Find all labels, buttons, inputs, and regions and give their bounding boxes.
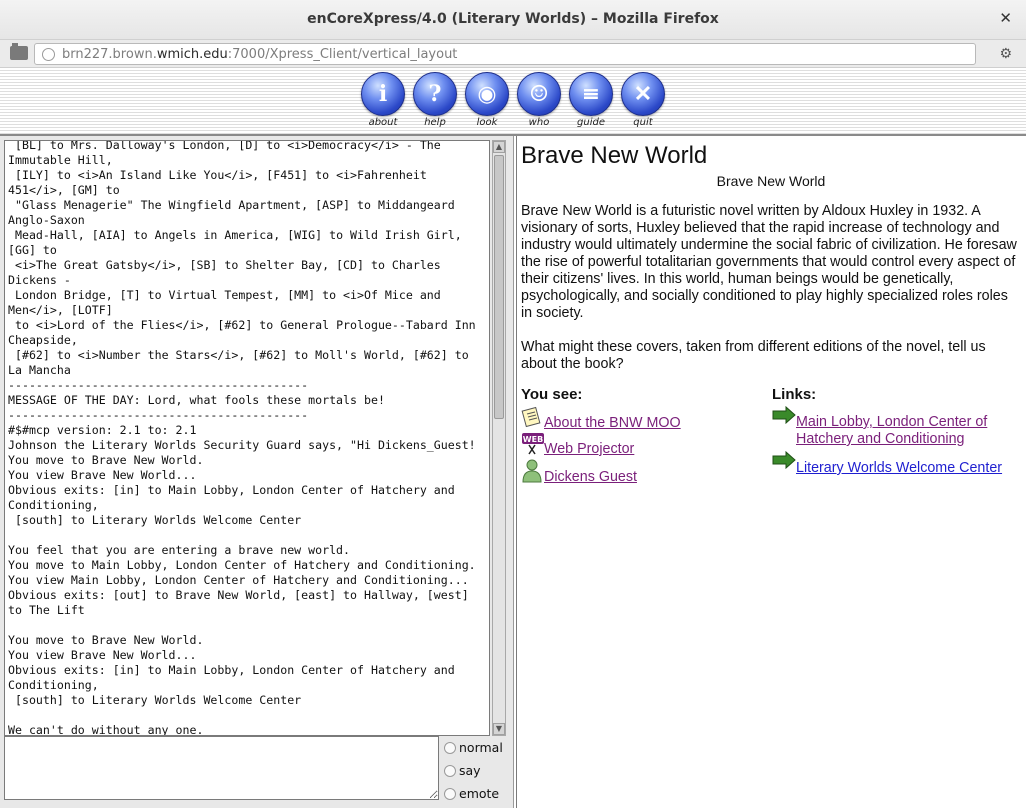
url-text[interactable]: brn227.brown.wmich.edu:7000/Xpress_Clien… <box>62 47 457 62</box>
mode-say-label: say <box>459 763 481 778</box>
url-domain: wmich.edu <box>156 47 228 62</box>
radio-say[interactable] <box>444 764 456 777</box>
person-icon <box>522 459 542 483</box>
input-mode-group: normal say emote <box>444 736 512 805</box>
web-projector-link[interactable]: Web Projector <box>544 441 634 458</box>
question-paragraph: What might these covers, taken from diff… <box>521 339 986 372</box>
chat-pane: [BL] to Mrs. Dalloway's London, [D] to <… <box>0 136 514 808</box>
room-pane: Brave New World Brave New World Brave Ne… <box>516 136 1026 808</box>
description-paragraph: Brave New World is a futuristic novel wr… <box>521 203 1017 321</box>
mode-emote[interactable]: emote <box>444 782 512 805</box>
scrollbar-thumb[interactable] <box>494 155 504 419</box>
book-icon: ≡ <box>569 72 613 116</box>
guide-label: guide <box>577 117 605 128</box>
tools-icon[interactable]: ⚙ <box>999 46 1012 62</box>
about-button[interactable]: i about <box>360 72 406 128</box>
links-heading: Links: <box>772 386 817 403</box>
globe-icon <box>42 48 55 61</box>
command-input[interactable] <box>4 736 439 800</box>
arrow-right-icon <box>772 451 796 469</box>
close-icon: ✕ <box>621 72 665 116</box>
window-title: enCoreXpress/4.0 (Literary Worlds) – Moz… <box>307 11 719 27</box>
about-bnw-moo-link[interactable]: About the BNW MOO <box>544 415 681 432</box>
tab-groups-icon[interactable] <box>10 43 28 60</box>
scroll-down-icon[interactable]: ▼ <box>493 723 505 735</box>
window-titlebar: enCoreXpress/4.0 (Literary Worlds) – Moz… <box>0 0 1026 40</box>
arrow-right-icon <box>772 406 796 424</box>
person-icon: ☺ <box>517 72 561 116</box>
mode-say[interactable]: say <box>444 759 512 782</box>
room-description: Brave New World is a futuristic novel wr… <box>521 203 1019 390</box>
output-scrollbar[interactable]: ▲ ▼ <box>492 140 506 736</box>
room-title: Brave New World <box>521 142 708 169</box>
look-button[interactable]: ◉ look <box>464 72 510 128</box>
dickens-guest-link[interactable]: Dickens Guest <box>544 469 637 486</box>
navigation-bar: brn227.brown.wmich.edu:7000/Xpress_Clien… <box>0 40 1026 68</box>
svg-text:WEB: WEB <box>523 435 543 444</box>
look-label: look <box>476 117 498 128</box>
quit-label: quit <box>633 117 653 128</box>
help-icon: ? <box>413 72 457 116</box>
client-toolbar: i about ? help ◉ look ☺ who ≡ guide ✕ qu… <box>0 68 1026 136</box>
close-window-icon[interactable]: ✕ <box>999 9 1012 27</box>
radio-emote[interactable] <box>444 787 456 800</box>
who-button[interactable]: ☺ who <box>516 72 562 128</box>
eye-icon: ◉ <box>465 72 509 116</box>
quit-button[interactable]: ✕ quit <box>620 72 666 128</box>
who-label: who <box>528 117 550 128</box>
moo-output-text: [BL] to Mrs. Dalloway's London, [D] to <… <box>8 140 476 736</box>
welcome-center-link[interactable]: Literary Worlds Welcome Center <box>796 460 1002 477</box>
url-bar[interactable]: brn227.brown.wmich.edu:7000/Xpress_Clien… <box>34 43 976 65</box>
scroll-up-icon[interactable]: ▲ <box>493 141 505 153</box>
about-label: about <box>368 117 398 128</box>
mode-normal[interactable]: normal <box>444 736 512 759</box>
mode-normal-label: normal <box>459 740 503 755</box>
help-label: help <box>424 117 446 128</box>
guide-button[interactable]: ≡ guide <box>568 72 614 128</box>
exit-link-item[interactable]: Main Lobby, London Center of Hatchery an… <box>772 406 1022 448</box>
main-lobby-link[interactable]: Main Lobby, London Center of Hatchery an… <box>772 414 987 447</box>
mode-emote-label: emote <box>459 786 500 801</box>
moo-output[interactable]: [BL] to Mrs. Dalloway's London, [D] to <… <box>4 140 490 736</box>
info-icon: i <box>361 72 405 116</box>
help-button[interactable]: ? help <box>412 72 458 128</box>
web-projector-icon: WEB <box>522 433 544 455</box>
note-icon <box>521 406 541 428</box>
radio-normal[interactable] <box>444 741 456 754</box>
you-see-heading: You see: <box>521 386 583 403</box>
room-subtitle: Brave New World <box>716 173 826 189</box>
